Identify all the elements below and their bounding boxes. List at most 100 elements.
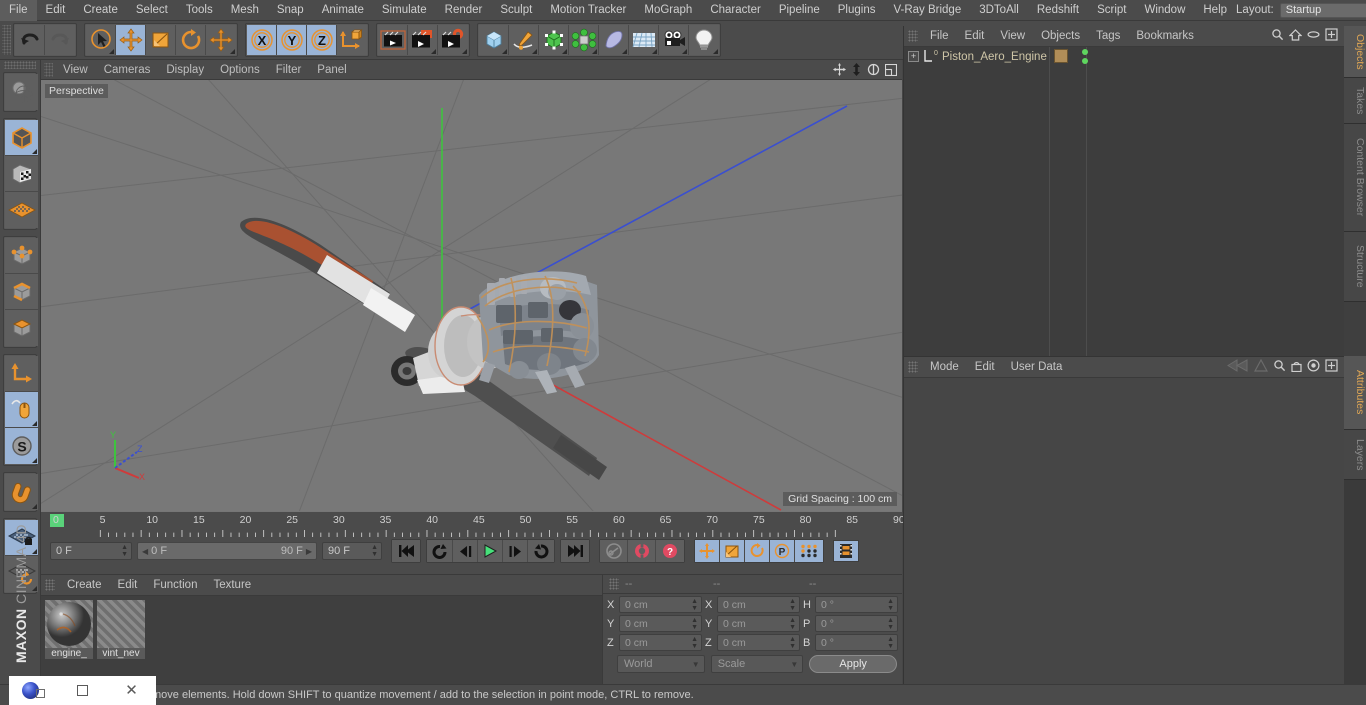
- menu-item-help[interactable]: Help: [1194, 0, 1236, 21]
- viewport-solo-button[interactable]: [5, 392, 38, 428]
- menu-item-plugins[interactable]: Plugins: [829, 0, 885, 21]
- undo-view-button[interactable]: [5, 74, 38, 110]
- spinner-icon[interactable]: ▲ ▼: [691, 617, 698, 631]
- world-object-toggle[interactable]: [337, 25, 367, 55]
- magnifier-icon[interactable]: [1271, 28, 1284, 44]
- history-back-icon[interactable]: [1227, 359, 1249, 375]
- apply-button[interactable]: Apply: [809, 655, 897, 673]
- pla-toggle[interactable]: [795, 540, 823, 562]
- size-field[interactable]: 0 cm ▲ ▼: [717, 634, 800, 651]
- add-scene-object[interactable]: [629, 25, 659, 55]
- home-icon[interactable]: [1288, 28, 1303, 44]
- vertical-tab-content-browser[interactable]: Content Browser: [1344, 124, 1366, 232]
- magnifier-icon[interactable]: [1273, 359, 1286, 375]
- menu-item-simulate[interactable]: Simulate: [373, 0, 436, 21]
- rotation-field[interactable]: 0 ° ▲ ▼: [815, 634, 898, 651]
- menu-item-create[interactable]: Create: [74, 0, 127, 21]
- object-manager-grip[interactable]: [908, 30, 918, 42]
- add-spline-object[interactable]: [509, 25, 539, 55]
- menu-item-edit[interactable]: Edit: [967, 357, 1003, 378]
- lock-icon[interactable]: [1291, 359, 1302, 375]
- rotate-camera-icon[interactable]: [866, 62, 881, 77]
- menu-item-window[interactable]: Window: [1135, 0, 1194, 21]
- material-item[interactable]: engine_: [45, 600, 93, 684]
- menu-item-texture[interactable]: Texture: [205, 575, 259, 596]
- toolbar-grip[interactable]: [2, 25, 11, 55]
- rotation-field[interactable]: 0 ° ▲ ▼: [815, 596, 898, 613]
- menu-item-mograph[interactable]: MoGraph: [635, 0, 701, 21]
- z-axis-lock[interactable]: Z: [307, 25, 337, 55]
- current-frame-field[interactable]: 0 F ▲ ▼: [50, 542, 132, 560]
- menu-item-create[interactable]: Create: [59, 575, 110, 596]
- viewport-canvas[interactable]: Perspective Grid Spacing : 100 cm Y X Z: [41, 80, 902, 511]
- render-visibility-dot[interactable]: [1082, 58, 1088, 64]
- add-generator-object[interactable]: [539, 25, 569, 55]
- spinner-icon[interactable]: ▲ ▼: [691, 598, 698, 612]
- model-mode-button[interactable]: [5, 120, 38, 156]
- render-settings-button[interactable]: [438, 25, 468, 55]
- menu-item-mode[interactable]: Mode: [922, 357, 967, 378]
- x-axis-lock[interactable]: X: [247, 25, 277, 55]
- material-swatch[interactable]: [45, 600, 93, 648]
- render-to-picture-viewer-button[interactable]: [408, 25, 438, 55]
- target-icon[interactable]: [1307, 359, 1320, 375]
- live-selection-tool[interactable]: [86, 25, 116, 55]
- menu-item-edit[interactable]: Edit: [37, 0, 75, 21]
- spinner-icon[interactable]: ▲ ▼: [789, 617, 796, 631]
- spinner-icon[interactable]: ▲ ▼: [691, 636, 698, 650]
- menu-item-objects[interactable]: Objects: [1033, 26, 1088, 47]
- menu-item-function[interactable]: Function: [145, 575, 205, 596]
- menu-item-tools[interactable]: Tools: [177, 0, 222, 21]
- points-mode-button[interactable]: [5, 238, 38, 274]
- spinner-icon[interactable]: ▲ ▼: [121, 544, 128, 558]
- vertical-tab-layers[interactable]: Layers: [1344, 430, 1366, 480]
- texture-mode-button[interactable]: [5, 156, 38, 192]
- size-field[interactable]: 0 cm ▲ ▼: [717, 615, 800, 632]
- spinner-icon[interactable]: ▲ ▼: [789, 598, 796, 612]
- maximize-window-icon[interactable]: [58, 685, 107, 696]
- material-swatch[interactable]: [97, 600, 145, 648]
- redo-button[interactable]: [45, 25, 75, 55]
- ellipse-icon[interactable]: [1307, 30, 1320, 42]
- coordinate-system-dropdown[interactable]: World ▼: [617, 655, 705, 673]
- menu-item-3dtoall[interactable]: 3DToAll: [970, 0, 1028, 21]
- coordinates-grip[interactable]: [609, 578, 619, 590]
- timeline-ruler[interactable]: 0 5 10 15 20 25 30 35 40 45 50 55 60 65 70 75 80 85 90: [50, 512, 905, 538]
- previous-frame-button[interactable]: [453, 540, 478, 562]
- move-duplicate-tool[interactable]: [206, 25, 236, 55]
- spinner-icon[interactable]: ▲ ▼: [371, 544, 378, 558]
- vertical-tab-attributes[interactable]: Attributes: [1344, 356, 1366, 430]
- preview-range-slider[interactable]: ◀ 0 F 90 F ▶: [137, 542, 317, 560]
- position-key-toggle[interactable]: [695, 540, 720, 562]
- spinner-icon[interactable]: ▲ ▼: [789, 636, 796, 650]
- polygons-mode-button[interactable]: [5, 310, 38, 346]
- menu-item-animate[interactable]: Animate: [313, 0, 373, 21]
- menu-item-redshift[interactable]: Redshift: [1028, 0, 1088, 21]
- menu-item-edit[interactable]: Edit: [110, 575, 146, 596]
- menu-item-snap[interactable]: Snap: [268, 0, 313, 21]
- y-axis-lock[interactable]: Y: [277, 25, 307, 55]
- play-backwards-button[interactable]: [427, 540, 453, 562]
- enable-axis-button[interactable]: [5, 356, 38, 392]
- go-to-start-button[interactable]: [392, 540, 420, 562]
- menu-item-display[interactable]: Display: [158, 60, 212, 80]
- spinner-icon[interactable]: ▲ ▼: [887, 636, 894, 650]
- rotation-field[interactable]: 0 ° ▲ ▼: [815, 615, 898, 632]
- move-tool[interactable]: [116, 25, 146, 55]
- menu-item-character[interactable]: Character: [701, 0, 770, 21]
- vertical-tab-objects[interactable]: Objects: [1344, 26, 1366, 78]
- add-modeling-object[interactable]: [569, 25, 599, 55]
- menu-item-render[interactable]: Render: [436, 0, 492, 21]
- material-list[interactable]: engine_ vint_nev: [41, 596, 602, 684]
- keyframe-selection-button[interactable]: ?: [656, 540, 684, 562]
- menu-item-sculpt[interactable]: Sculpt: [491, 0, 541, 21]
- magnet-tool-button[interactable]: [5, 474, 38, 510]
- material-manager-grip[interactable]: [45, 579, 55, 591]
- menu-item-script[interactable]: Script: [1088, 0, 1135, 21]
- rotate-tool[interactable]: [176, 25, 206, 55]
- move-camera-icon[interactable]: [832, 62, 847, 77]
- object-row-piston-aero-engine[interactable]: + 0 Piston_Aero_Engine: [904, 47, 1344, 66]
- material-item[interactable]: vint_nev: [97, 600, 145, 684]
- workplane-button[interactable]: [5, 192, 38, 228]
- new-tab-icon[interactable]: [1325, 359, 1338, 375]
